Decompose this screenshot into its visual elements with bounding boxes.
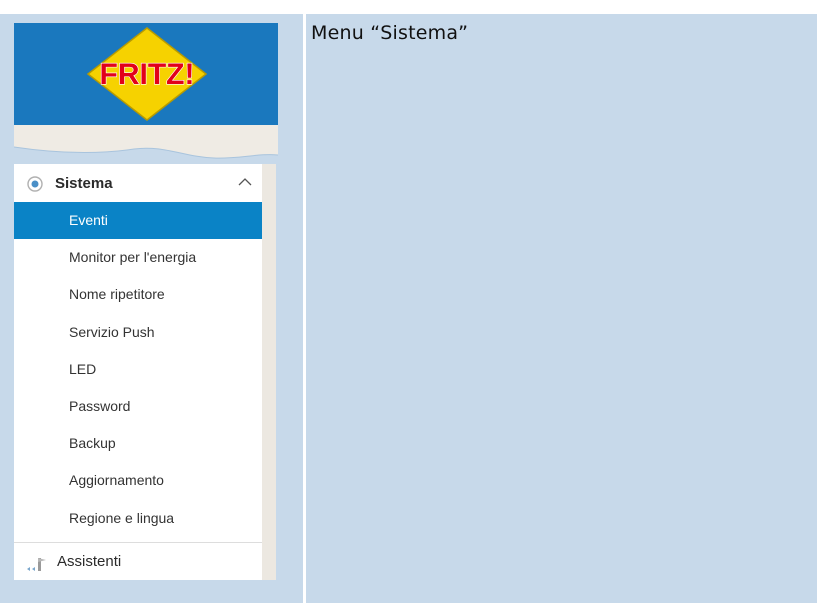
chevron-up-icon[interactable] — [237, 177, 253, 187]
menu-item-nome-ripetitore[interactable]: Nome ripetitore — [14, 276, 276, 313]
right-panel: Menu “Sistema” — [306, 14, 817, 603]
left-panel: FRITZ! Sistema Eventi Monitor per l'ener… — [0, 14, 303, 603]
fritz-logo: FRITZ! — [86, 27, 208, 121]
screenshot-frame: FRITZ! Sistema Eventi Monitor per l'ener… — [0, 14, 817, 603]
menu-item-assistenti[interactable]: Assistenti — [14, 542, 276, 580]
menu-item-led[interactable]: LED — [14, 351, 276, 388]
sidebar-menu: Sistema Eventi Monitor per l'energia Nom… — [14, 164, 276, 580]
menu-item-monitor-energia[interactable]: Monitor per l'energia — [14, 239, 276, 276]
menu-item-servizio-push[interactable]: Servizio Push — [14, 314, 276, 351]
caption-text: Menu “Sistema” — [311, 22, 469, 44]
wizard-icon — [27, 558, 46, 571]
radio-dot-icon — [27, 176, 43, 192]
menu-item-password[interactable]: Password — [14, 388, 276, 425]
assistenti-label: Assistenti — [57, 553, 122, 570]
svg-text:FRITZ!: FRITZ! — [100, 58, 195, 91]
menu-shadow-strip — [262, 164, 276, 580]
menu-item-eventi[interactable]: Eventi — [14, 202, 276, 240]
menu-items: Eventi Monitor per l'energia Nome ripeti… — [14, 202, 276, 537]
menu-item-aggiornamento[interactable]: Aggiornamento — [14, 462, 276, 499]
section-header-sistema[interactable]: Sistema — [14, 164, 276, 202]
menu-item-backup[interactable]: Backup — [14, 425, 276, 462]
section-label: Sistema — [55, 175, 113, 192]
logo-header: FRITZ! — [14, 23, 278, 125]
menu-item-regione-lingua[interactable]: Regione e lingua — [14, 500, 276, 537]
